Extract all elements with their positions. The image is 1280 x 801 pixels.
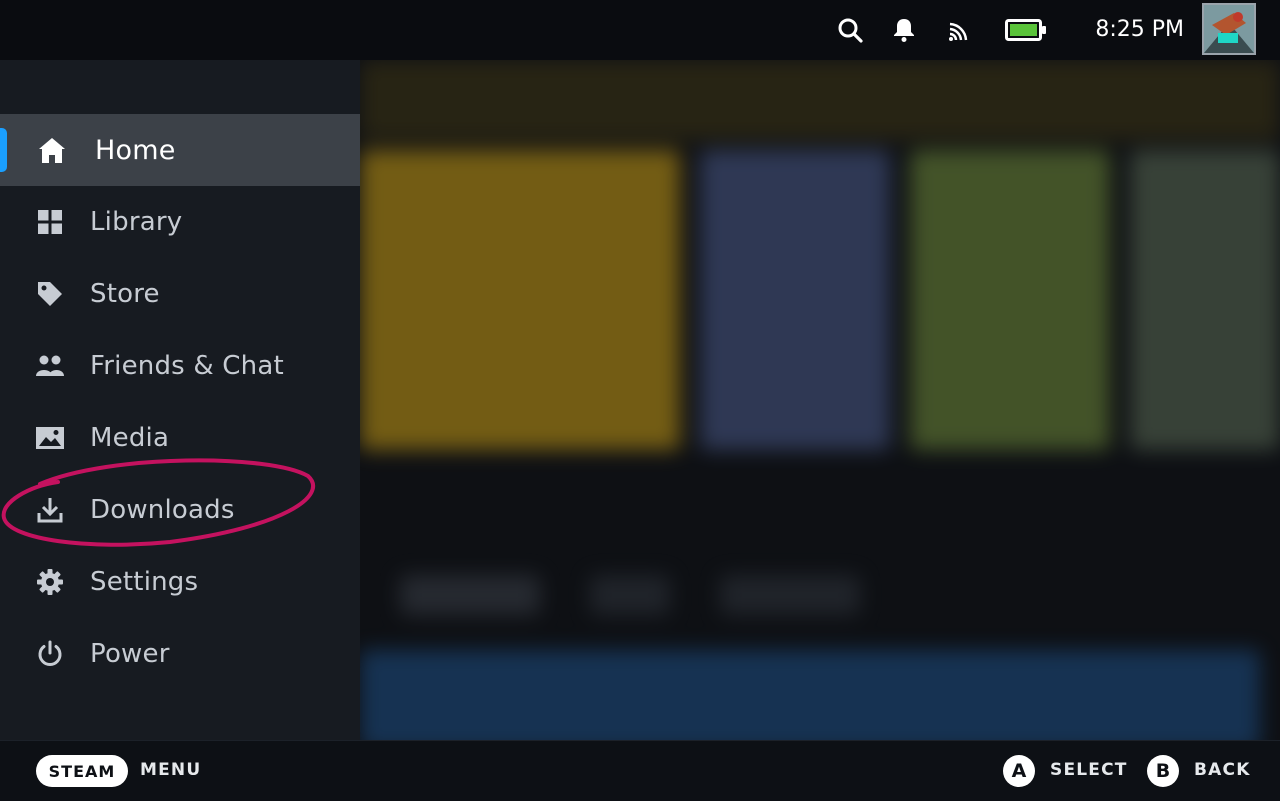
sidebar-item-library[interactable]: Library: [0, 186, 360, 258]
sidebar-item-label: Media: [90, 423, 170, 453]
steam-button[interactable]: STEAM: [36, 755, 128, 787]
sidebar-item-media[interactable]: Media: [0, 402, 360, 474]
sidebar-item-label: Downloads: [90, 495, 235, 525]
sidebar-item-label: Settings: [90, 567, 199, 597]
friends-icon: [34, 352, 66, 380]
active-indicator: [0, 128, 7, 172]
home-icon: [36, 136, 68, 164]
sidebar-item-label: Store: [90, 279, 160, 309]
button-hint-bar: STEAM MENU A SELECT B BACK: [0, 740, 1280, 801]
sidebar-item-label: Home: [95, 134, 176, 166]
sidebar-item-power[interactable]: Power: [0, 618, 360, 690]
store-tag-icon: [34, 280, 66, 308]
blurred-home-content: [360, 60, 1280, 740]
power-icon: [34, 640, 66, 668]
sidebar-item-friends-chat[interactable]: Friends & Chat: [0, 330, 360, 402]
main-menu-sidebar: Home Library Store Friends & Chat Media …: [0, 60, 360, 740]
b-button-glyph[interactable]: B: [1147, 755, 1179, 787]
sidebar-item-home[interactable]: Home: [0, 114, 360, 186]
clock: 8:25 PM: [1095, 17, 1184, 42]
media-image-icon: [34, 424, 66, 452]
search-icon[interactable]: [834, 14, 866, 46]
library-grid-icon: [34, 208, 66, 236]
sidebar-item-label: Library: [90, 207, 183, 237]
back-hint-label: BACK: [1194, 760, 1251, 780]
notification-bell-icon[interactable]: [888, 14, 920, 46]
sidebar-item-label: Power: [90, 639, 170, 669]
menu-hint-label: MENU: [140, 760, 202, 780]
user-avatar[interactable]: [1202, 3, 1256, 55]
sidebar-item-store[interactable]: Store: [0, 258, 360, 330]
download-icon: [34, 496, 66, 524]
battery-icon[interactable]: [1004, 14, 1048, 46]
settings-gear-icon: [34, 568, 66, 596]
top-status-bar: 8:25 PM: [0, 0, 1280, 60]
cast-icon[interactable]: [944, 14, 976, 46]
sidebar-item-downloads[interactable]: Downloads: [0, 474, 360, 546]
select-hint-label: SELECT: [1050, 760, 1128, 780]
a-button-glyph[interactable]: A: [1003, 755, 1035, 787]
sidebar-item-settings[interactable]: Settings: [0, 546, 360, 618]
sidebar-item-label: Friends & Chat: [90, 351, 284, 381]
